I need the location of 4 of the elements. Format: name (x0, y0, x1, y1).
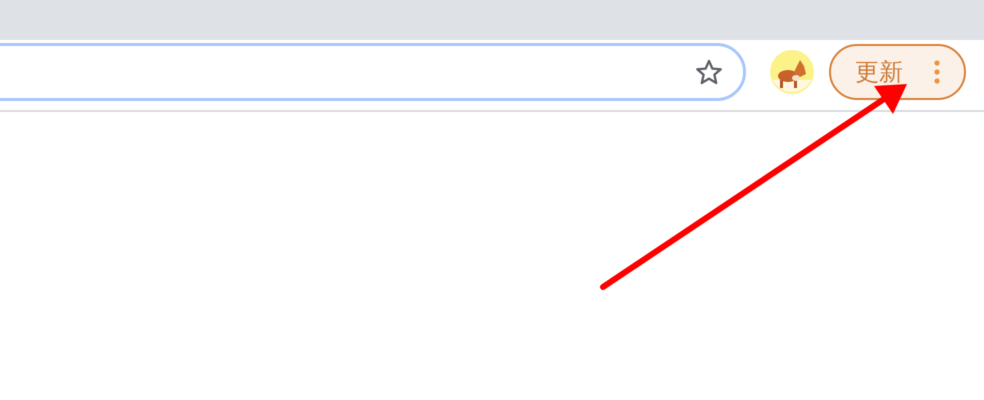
address-field[interactable] (0, 43, 746, 101)
update-button[interactable]: 更新 (829, 44, 966, 100)
dog-avatar-icon[interactable] (770, 50, 814, 94)
bookmark-star-icon[interactable] (695, 58, 723, 86)
